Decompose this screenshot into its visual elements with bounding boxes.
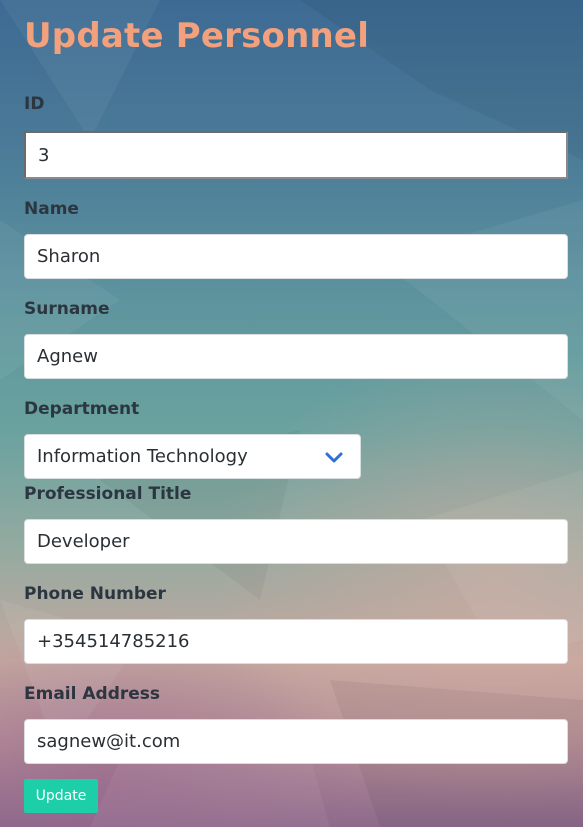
professional-title-label: Professional Title <box>24 484 192 504</box>
email-address-label: Email Address <box>24 684 161 704</box>
name-label: Name <box>24 199 79 219</box>
phone-number-label: Phone Number <box>24 584 166 604</box>
id-label: ID <box>24 94 45 114</box>
professional-title-field[interactable]: Developer <box>24 519 568 564</box>
page-title: Update Personnel <box>24 16 370 56</box>
surname-field[interactable]: Agnew <box>24 334 568 379</box>
email-address-field[interactable]: sagnew@it.com <box>24 719 568 764</box>
id-field[interactable]: 3 <box>24 131 568 179</box>
department-select[interactable]: Information Technology <box>24 434 361 479</box>
chevron-down-icon <box>324 447 344 467</box>
surname-label: Surname <box>24 299 110 319</box>
department-label: Department <box>24 399 140 419</box>
phone-number-field[interactable]: +354514785216 <box>24 619 568 664</box>
name-field[interactable]: Sharon <box>24 234 568 279</box>
update-button[interactable]: Update <box>24 779 98 813</box>
department-selected-value: Information Technology <box>37 446 248 467</box>
